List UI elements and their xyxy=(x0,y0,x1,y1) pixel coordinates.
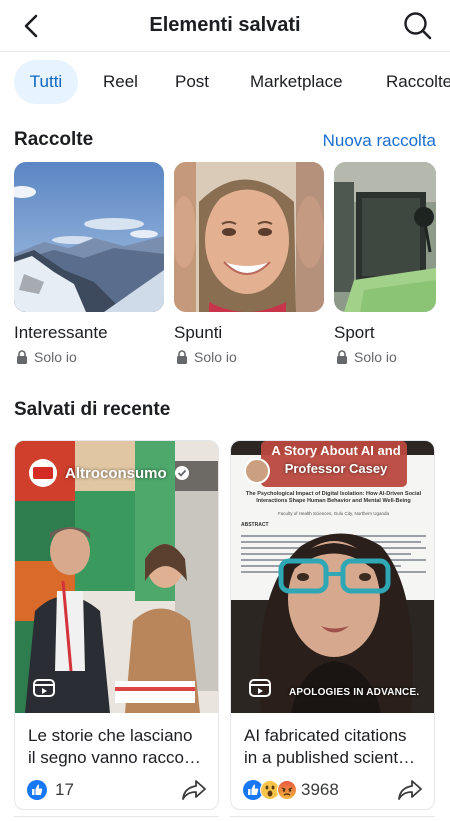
mountain-landscape-image xyxy=(14,162,164,312)
verified-badge-icon xyxy=(174,466,189,480)
tab-raccolte[interactable]: Raccolte xyxy=(386,60,450,104)
caption-line: Le storie che lasciano xyxy=(28,726,193,745)
collection-privacy: Solo io xyxy=(16,349,77,365)
privacy-label: Solo io xyxy=(354,349,397,365)
author-name: Altroconsumo xyxy=(65,464,167,482)
collection-name: Sport xyxy=(334,323,375,342)
paper-section: ABSTRACT xyxy=(241,522,269,528)
gym-equipment-image xyxy=(334,162,436,312)
next-card-edge xyxy=(230,816,435,821)
reel-overlay-title: A Story About AI and xyxy=(271,443,401,458)
next-card-edge xyxy=(14,816,219,821)
tab-marketplace[interactable]: Marketplace xyxy=(250,60,343,104)
share-button[interactable] xyxy=(396,777,424,803)
filter-tabs: Tutti Reel Post Marketplace Raccolte xyxy=(0,60,450,104)
like-reaction-icon xyxy=(27,780,47,800)
reaction-count: 17 xyxy=(55,780,74,799)
share-icon xyxy=(398,780,422,800)
privacy-label: Solo io xyxy=(194,349,237,365)
saved-reel-card[interactable]: A Story About AI and Professor Casey The… xyxy=(230,440,435,810)
paper-meta: Faculty of Health Sciences, Gulu City, N… xyxy=(278,511,389,516)
collection-thumbnail xyxy=(14,162,164,312)
collection-card-sport[interactable]: Sport Solo io xyxy=(334,162,436,365)
collection-name: Spunti xyxy=(174,323,223,342)
tab-tutti[interactable]: Tutti xyxy=(14,60,78,104)
collection-name: Interessante xyxy=(14,323,108,342)
caption-line: il segno vanno racco… xyxy=(28,748,201,767)
reel-thumbnail: A Story About AI and Professor Casey The… xyxy=(231,441,434,713)
top-bar: Elementi salvati xyxy=(0,0,450,52)
recent-heading: Salvati di recente xyxy=(14,399,171,420)
reel-author: Altroconsumo xyxy=(29,459,189,487)
lock-icon xyxy=(177,350,187,364)
reel-icon xyxy=(33,679,55,697)
search-icon xyxy=(404,12,432,40)
reaction-summary[interactable]: 3968 xyxy=(243,777,339,803)
video-subtitle: APOLOGIES IN ADVANCE. xyxy=(289,687,420,698)
lock-icon xyxy=(17,350,27,364)
reel-icon xyxy=(249,679,271,697)
reel-thumbnail: Altroconsumo xyxy=(15,441,218,713)
search-button[interactable] xyxy=(400,9,436,43)
collection-thumbnail xyxy=(334,162,436,312)
tab-post[interactable]: Post xyxy=(175,60,209,104)
collection-privacy: Solo io xyxy=(336,349,397,365)
reel-video-frame xyxy=(231,441,434,713)
share-icon xyxy=(182,780,206,800)
privacy-label: Solo io xyxy=(34,349,77,365)
reaction-count: 3968 xyxy=(301,780,339,799)
collections-heading: Raccolte xyxy=(14,129,94,150)
card-caption: AI fabricated citations in a published s… xyxy=(244,725,428,769)
collection-privacy: Solo io xyxy=(176,349,237,365)
card-caption: Le storie che lasciano il segno vanno ra… xyxy=(28,725,212,769)
reaction-summary[interactable]: 17 xyxy=(27,777,74,803)
author-name: Professor Casey xyxy=(284,461,388,476)
page-title: Elementi salvati xyxy=(149,14,301,36)
author-avatar xyxy=(29,459,57,487)
smiling-woman-image xyxy=(174,162,324,312)
caption-line: in a published scient… xyxy=(244,748,416,767)
angry-reaction-icon xyxy=(277,780,297,800)
lock-icon xyxy=(337,350,347,364)
saved-reel-card[interactable]: Altroconsumo Le storie che lasciano il s… xyxy=(14,440,219,810)
collection-thumbnail xyxy=(174,162,324,312)
paper-title: The Psychological Impact of Digital Isol… xyxy=(245,491,422,504)
new-collection-link[interactable]: Nuova raccolta xyxy=(323,131,436,151)
collection-card-spunti[interactable]: Spunti Solo io xyxy=(174,162,324,365)
caption-line: AI fabricated citations xyxy=(244,726,407,745)
tab-reel[interactable]: Reel xyxy=(103,60,138,104)
share-button[interactable] xyxy=(180,777,208,803)
collection-card-interessante[interactable]: Interessante Solo io xyxy=(14,162,164,365)
